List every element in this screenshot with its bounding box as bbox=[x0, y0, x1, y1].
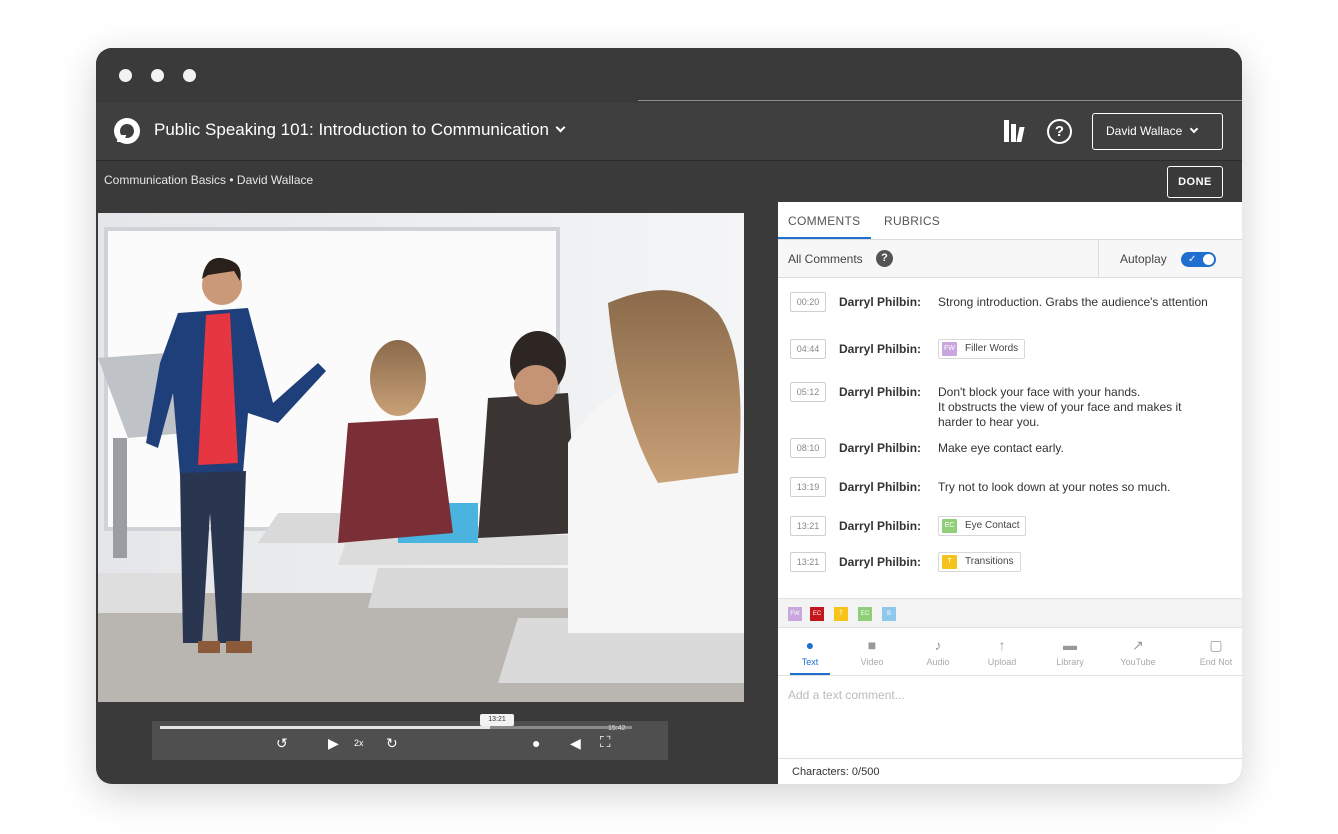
tool-text[interactable]: ● Text bbox=[780, 636, 840, 667]
titlebar-divider bbox=[638, 100, 1242, 101]
window-dot-maximize[interactable] bbox=[183, 69, 196, 82]
tag-palette: FW EC T EC B bbox=[778, 598, 1242, 628]
active-tab-indicator bbox=[778, 237, 871, 239]
comment-text: Don't block your face with your hands. I… bbox=[938, 385, 1181, 430]
comment-input[interactable]: Add a text comment... bbox=[788, 688, 905, 702]
classroom-video-frame bbox=[98, 213, 744, 702]
chevron-down-icon bbox=[555, 122, 566, 133]
user-menu-button[interactable]: David Wallace bbox=[1092, 113, 1223, 150]
tag-swatch: T bbox=[942, 555, 957, 569]
tag-label: Eye Contact bbox=[965, 520, 1020, 531]
comments-panel: COMMENTS RUBRICS All Comments ? Autoplay… bbox=[778, 202, 1242, 784]
comment-author: Darryl Philbin: bbox=[839, 441, 922, 455]
comment-author: Darryl Philbin: bbox=[839, 295, 922, 309]
play-icon[interactable]: ▶ bbox=[328, 734, 339, 752]
comment-author: Darryl Philbin: bbox=[839, 555, 922, 569]
speech-bubble-icon: ● bbox=[805, 637, 815, 653]
rubric-tag[interactable]: EC Eye Contact bbox=[938, 516, 1027, 536]
comment-type-toolbar: ● Text ■ Video ♪ Audio ↑ Upload ▬ Library ↗ Yo… bbox=[778, 630, 1242, 676]
current-time-tooltip: 13:21 bbox=[480, 714, 514, 726]
window-dot-close[interactable] bbox=[119, 69, 132, 82]
video-player[interactable] bbox=[98, 213, 744, 702]
panel-tabs: COMMENTS RUBRICS bbox=[778, 202, 1242, 240]
comment-author: Darryl Philbin: bbox=[839, 342, 922, 356]
tag-label: Transitions bbox=[965, 556, 1014, 567]
speed-button[interactable]: 2x bbox=[354, 734, 364, 752]
comment-text-line: harder to hear you. bbox=[938, 415, 1040, 429]
comment-timestamp[interactable]: 08:10 bbox=[790, 438, 826, 458]
app-header: Public Speaking 101: Introduction to Com… bbox=[96, 103, 1242, 161]
video-duration: 15:42 bbox=[608, 725, 626, 732]
progress-fill bbox=[160, 726, 491, 729]
user-name: David Wallace bbox=[1106, 124, 1183, 138]
microphone-icon: ♪ bbox=[934, 637, 942, 653]
comment-author: Darryl Philbin: bbox=[839, 385, 922, 399]
rewind-icon[interactable]: ↺ bbox=[276, 734, 288, 752]
comment-timestamp[interactable]: 04:44 bbox=[790, 339, 826, 359]
comment-author: Darryl Philbin: bbox=[839, 480, 922, 494]
tool-video[interactable]: ■ Video bbox=[842, 636, 902, 667]
tab-comments[interactable]: COMMENTS bbox=[788, 214, 860, 228]
tag-label: Filler Words bbox=[965, 343, 1019, 354]
comment-timestamp[interactable]: 05:12 bbox=[790, 382, 826, 402]
note-icon: ▢ bbox=[1209, 637, 1223, 653]
fullscreen-icon[interactable]: ⛶ bbox=[600, 734, 611, 752]
comment-timestamp[interactable]: 00:20 bbox=[790, 292, 826, 312]
autoplay-label: Autoplay bbox=[1120, 252, 1167, 266]
video-controls: 13:21 15:42 ↺ ▶ 2x ↻ ● ◀ ⛶ bbox=[152, 714, 668, 760]
rubric-tag[interactable]: T Transitions bbox=[938, 552, 1021, 572]
tool-audio[interactable]: ♪ Audio bbox=[908, 636, 968, 667]
comment-text-line: It obstructs the view of your face and m… bbox=[938, 400, 1182, 414]
done-button[interactable]: DONE bbox=[1167, 166, 1223, 198]
tag-swatch-eye-contact-red[interactable]: EC bbox=[810, 607, 824, 621]
comment-timestamp[interactable]: 13:21 bbox=[790, 516, 826, 536]
character-count: Characters: 0/500 bbox=[778, 758, 1242, 784]
check-icon: ✓ bbox=[1188, 254, 1197, 265]
tool-upload[interactable]: ↑ Upload bbox=[972, 636, 1032, 667]
breadcrumb: Communication Basics • David Wallace bbox=[104, 173, 314, 187]
all-comments-filter[interactable]: All Comments bbox=[788, 252, 863, 266]
window-titlebar bbox=[96, 48, 1242, 103]
comment-text-line: Don't block your face with your hands. bbox=[938, 385, 1141, 399]
forward-icon[interactable]: ↻ bbox=[386, 734, 398, 752]
comments-filter-bar: All Comments ? Autoplay ✓ bbox=[778, 240, 1242, 278]
tool-end-note[interactable]: ▢ End Not bbox=[1186, 636, 1242, 667]
help-icon[interactable]: ? bbox=[1047, 119, 1072, 144]
tab-rubrics[interactable]: RUBRICS bbox=[884, 214, 940, 228]
app-logo-icon[interactable] bbox=[114, 118, 140, 144]
tag-swatch-eye-contact[interactable]: EC bbox=[858, 607, 872, 621]
course-title: Public Speaking 101: Introduction to Com… bbox=[154, 120, 550, 139]
tag-swatch-transitions[interactable]: T bbox=[834, 607, 848, 621]
comment-text: Make eye contact early. bbox=[938, 441, 1064, 455]
app-window: Public Speaking 101: Introduction to Com… bbox=[96, 48, 1242, 784]
volume-icon[interactable]: ◀ bbox=[570, 734, 581, 752]
help-icon[interactable]: ? bbox=[876, 250, 893, 267]
upload-arrow-icon: ↑ bbox=[998, 637, 1006, 653]
tool-library[interactable]: ▬ Library bbox=[1040, 636, 1100, 667]
comment-author: Darryl Philbin: bbox=[839, 519, 922, 533]
tool-youtube[interactable]: ↗ YouTube bbox=[1108, 636, 1168, 667]
comment-text: Try not to look down at your notes so mu… bbox=[938, 480, 1171, 494]
comment-timestamp[interactable]: 13:21 bbox=[790, 552, 826, 572]
tag-swatch-filler-words[interactable]: FW bbox=[788, 607, 802, 621]
active-tool-indicator bbox=[790, 673, 830, 675]
autoplay-toggle[interactable]: ✓ bbox=[1181, 252, 1216, 267]
window-dot-minimize[interactable] bbox=[151, 69, 164, 82]
tag-swatch: EC bbox=[942, 519, 957, 533]
tag-swatch-blue[interactable]: B bbox=[882, 607, 896, 621]
folder-icon: ▬ bbox=[1063, 637, 1077, 653]
library-icon[interactable] bbox=[1004, 120, 1028, 142]
filter-divider bbox=[1098, 240, 1099, 278]
progress-track[interactable]: 13:21 bbox=[160, 714, 632, 729]
external-link-icon: ↗ bbox=[1132, 637, 1144, 653]
comment-icon[interactable]: ● bbox=[532, 734, 540, 752]
comment-timestamp[interactable]: 13:19 bbox=[790, 477, 826, 497]
tag-swatch: FW bbox=[942, 342, 957, 356]
comment-text: Strong introduction. Grabs the audience'… bbox=[938, 295, 1208, 309]
video-camera-icon: ■ bbox=[867, 637, 877, 653]
course-title-dropdown[interactable]: Public Speaking 101: Introduction to Com… bbox=[154, 120, 566, 140]
chevron-down-icon bbox=[1190, 124, 1199, 134]
rubric-tag[interactable]: FW Filler Words bbox=[938, 339, 1026, 359]
